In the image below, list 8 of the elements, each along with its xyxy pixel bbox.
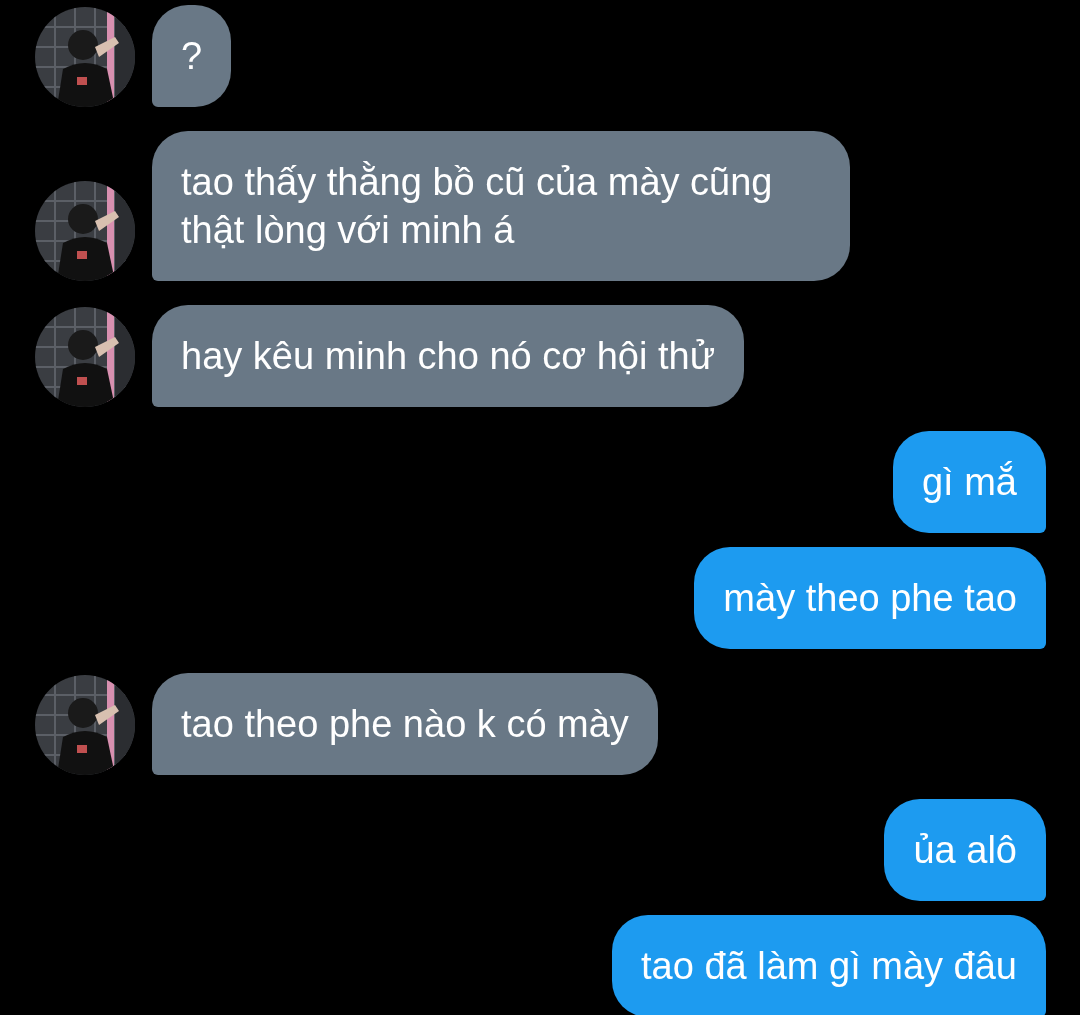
message-bubble: ? xyxy=(152,5,232,107)
message-bubble: hay kêu minh cho nó cơ hội thử xyxy=(152,305,745,407)
message-bubble: mày theo phe tao xyxy=(694,547,1046,649)
message-bubble: tao đã làm gì mày đâu xyxy=(612,915,1046,1015)
message-bubble: tao thấy thằng bồ cũ của mày cũng thật lòng với minh á xyxy=(152,131,850,281)
message-bubble: ủa alô xyxy=(884,799,1046,901)
message-bubble: gì mắ xyxy=(892,431,1046,533)
message-bubble: tao theo phe nào k có mày xyxy=(152,673,658,775)
